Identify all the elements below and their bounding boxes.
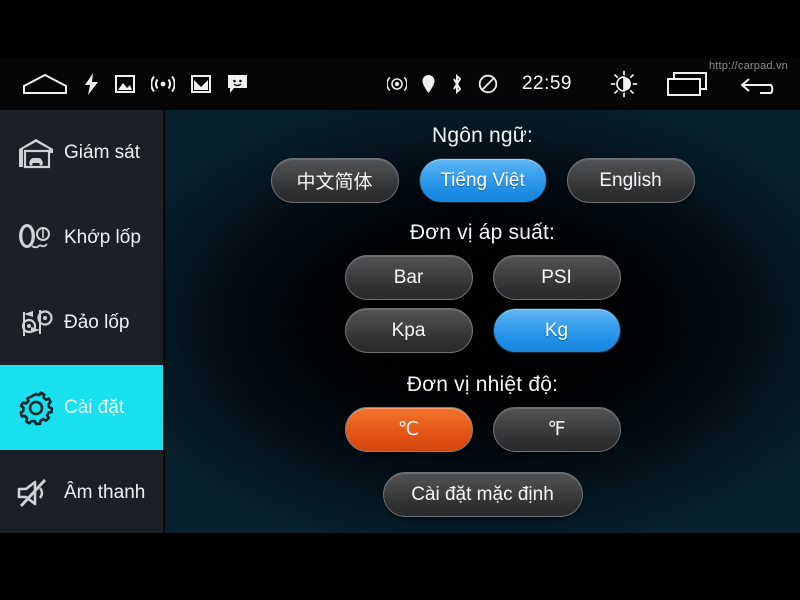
settings-panel: Ngôn ngữ: 中文简体 Tiếng Việt English Đơn vị… [165,110,800,533]
tire-pair-icon [14,216,58,260]
pressure-option-kg[interactable]: Kg [492,308,621,353]
sidebar-item-label: Giám sát [64,141,141,163]
temperature-unit-title: Đơn vị nhiệt độ: [406,373,559,396]
sidebar-nav: Giám sát Khớp lốp Đảo lốp Cài đặt Âm tha… [0,110,164,533]
android-status-bar: 22:59 [0,58,800,110]
location-pin-icon[interactable] [421,74,436,94]
sidebar-item-tire-rotation[interactable]: Đảo lốp [0,280,163,365]
sidebar-item-sound[interactable]: Âm thanh [0,450,163,533]
bluetooth-icon[interactable] [450,74,464,94]
pressure-unit-title: Đơn vị áp suất: [409,221,556,244]
sidebar-item-label: Âm thanh [64,481,146,503]
lightning-icon[interactable] [84,73,99,95]
language-option-english[interactable]: English [566,158,695,203]
gear-icon [14,386,58,430]
back-icon[interactable] [738,70,784,98]
tpms-app-screen: 22:59 http://carpad.vn Giám sát Khớp lốp… [0,0,800,600]
car-garage-icon [14,131,58,175]
sidebar-item-monitor[interactable]: Giám sát [0,110,163,195]
image-icon[interactable] [115,74,135,94]
temperature-unit-section: Đơn vị nhiệt độ: ℃ ℉ [344,373,621,460]
pressure-options-row-1: Bar PSI [344,255,621,300]
language-option-chinese[interactable]: 中文简体 [270,158,399,203]
sidebar-item-label: Khớp lốp [64,226,141,248]
reset-row: Cài đặt mặc định [382,472,583,517]
brightness-icon[interactable] [610,70,638,98]
tire-rotate-icon [14,301,58,345]
temperature-option-celsius[interactable]: ℃ [344,407,473,452]
wifi-icon[interactable] [151,74,175,94]
site-watermark: http://carpad.vn [708,60,788,72]
radar-signal-icon[interactable] [386,74,407,94]
pressure-unit-section: Đơn vị áp suất: Bar PSI Kpa Kg [344,221,621,361]
settings-content: Ngôn ngữ: 中文简体 Tiếng Việt English Đơn vị… [165,110,800,533]
language-options-row: 中文简体 Tiếng Việt English [270,158,695,203]
language-option-vietnamese[interactable]: Tiếng Việt [418,158,547,203]
status-bar-left-icons [0,58,248,110]
gmail-icon[interactable] [191,74,211,94]
sidebar-item-label: Đảo lốp [64,311,130,333]
sidebar-item-tire-pairing[interactable]: Khớp lốp [0,195,163,280]
pressure-option-kpa[interactable]: Kpa [344,308,473,353]
home-icon[interactable] [22,73,68,95]
pressure-options-row-2: Kpa Kg [344,308,621,353]
temperature-option-fahrenheit[interactable]: ℉ [492,407,621,452]
temperature-options-row: ℃ ℉ [344,407,621,452]
language-section: Ngôn ngữ: 中文简体 Tiếng Việt English [270,124,695,211]
do-not-disturb-icon[interactable] [478,74,498,94]
top-black-band [0,0,800,58]
messages-icon[interactable] [227,74,248,94]
sidebar-item-label: Cài đặt [64,396,125,418]
speaker-mute-icon [14,471,58,515]
clock-time: 22:59 [521,73,572,94]
pressure-option-psi[interactable]: PSI [492,255,621,300]
app-window: Giám sát Khớp lốp Đảo lốp Cài đặt Âm tha… [0,110,800,533]
restore-defaults-button[interactable]: Cài đặt mặc định [382,472,583,517]
sidebar-item-settings[interactable]: Cài đặt [0,365,163,450]
recent-apps-icon[interactable] [664,70,712,98]
pressure-option-bar[interactable]: Bar [344,255,473,300]
language-title: Ngôn ngữ: [431,124,534,147]
